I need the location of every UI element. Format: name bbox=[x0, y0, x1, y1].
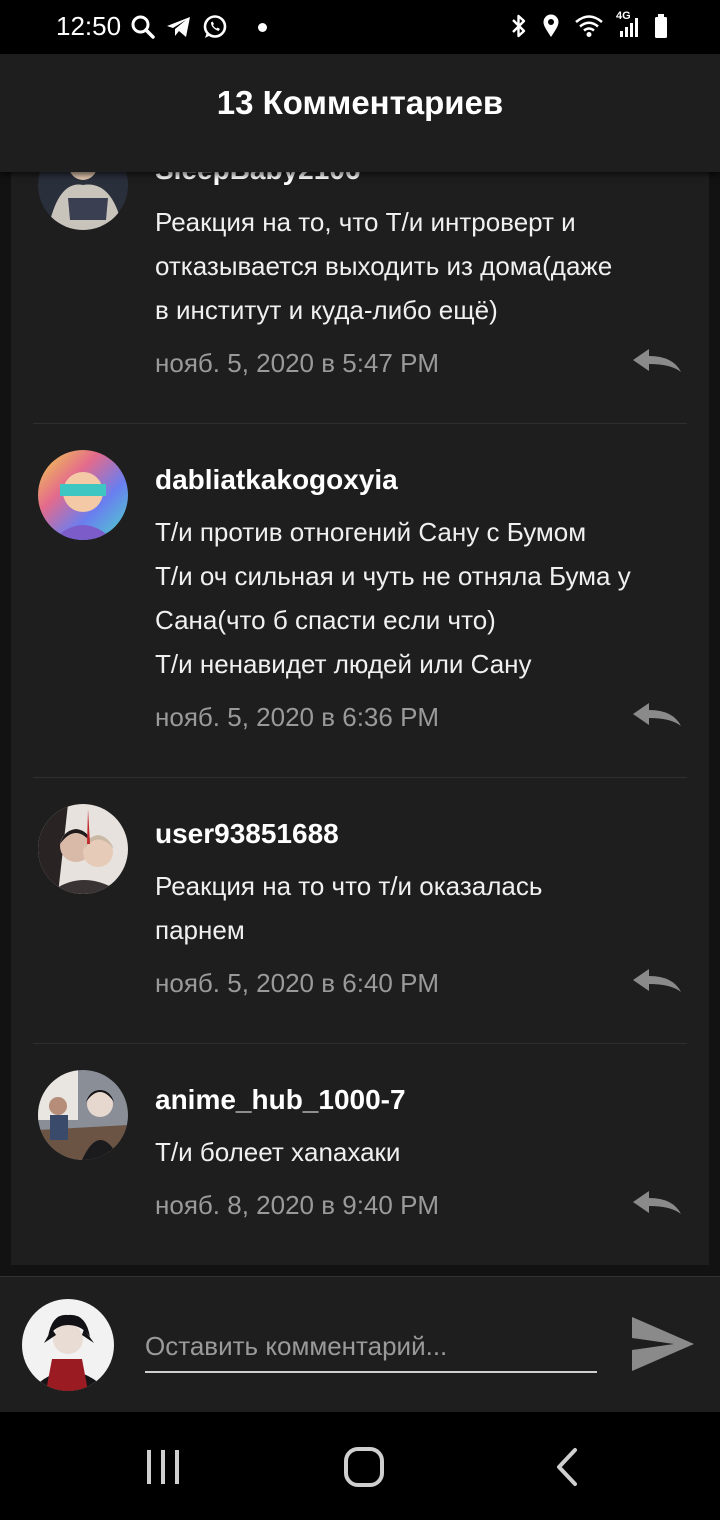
comment-item: SleepBaby2106 Реакция на то, что Т/и инт… bbox=[11, 172, 709, 422]
comment-input-bar bbox=[0, 1276, 720, 1413]
comment-item: dabliatkakogoxyia Т/и против отногений С… bbox=[11, 424, 709, 778]
location-icon bbox=[542, 13, 560, 39]
comment-text-line: парнем bbox=[155, 915, 245, 945]
comment-timestamp: нояб. 8, 2020 в 9:40 PM bbox=[155, 1190, 440, 1220]
status-time: 12:50 bbox=[56, 11, 122, 41]
comment-timestamp: нояб. 5, 2020 в 6:36 PM bbox=[155, 702, 440, 732]
comment-text-line: Т/и болеет хanaхаки bbox=[155, 1137, 401, 1167]
comment-text-line: в институт и куда-либо ещё) bbox=[155, 295, 498, 325]
avatar[interactable] bbox=[38, 1070, 128, 1160]
send-icon bbox=[632, 1317, 694, 1371]
send-button[interactable] bbox=[628, 1313, 696, 1375]
comments-header: 13 Комментариев bbox=[0, 54, 720, 172]
comment-text-line: Т/и против отногений Сану с Бумом bbox=[155, 517, 587, 547]
reply-button[interactable] bbox=[631, 966, 683, 996]
reply-icon bbox=[633, 969, 681, 992]
home-icon bbox=[344, 1447, 384, 1487]
comment-text: Т/и болеет хanaхаки bbox=[155, 1130, 695, 1174]
comment-text-line: Сана(что б спасти если что) bbox=[155, 605, 496, 635]
page-title: 13 Комментариев bbox=[216, 84, 504, 121]
signal-icon: 4G bbox=[616, 10, 640, 39]
reply-icon bbox=[633, 703, 681, 726]
comment-text-line: Т/и оч сильная и чуть не отняла Бума у bbox=[155, 561, 631, 591]
recent-apps-button[interactable] bbox=[133, 1442, 193, 1492]
status-bar: 12:50 4G bbox=[0, 0, 720, 54]
comment-username[interactable]: SleepBaby2106 bbox=[155, 172, 360, 186]
current-user-avatar[interactable] bbox=[22, 1299, 114, 1391]
comment-text-line: Т/и ненавидет людей или Сану bbox=[155, 649, 532, 679]
whatsapp-icon bbox=[202, 14, 228, 40]
comment-username[interactable]: user93851688 bbox=[155, 818, 339, 850]
network-type-label: 4G bbox=[616, 10, 631, 22]
avatar[interactable] bbox=[38, 450, 128, 540]
comment-timestamp: нояб. 5, 2020 в 5:47 PM bbox=[155, 348, 440, 378]
comment-item: user93851688 Реакция на то что т/и оказа… bbox=[11, 778, 709, 1044]
search-icon bbox=[130, 14, 156, 40]
comment-text-line: отказывается выходить из дома(даже bbox=[155, 251, 613, 281]
battery-icon bbox=[654, 13, 668, 39]
wifi-icon bbox=[574, 14, 604, 38]
home-button[interactable] bbox=[334, 1442, 394, 1492]
reply-icon bbox=[633, 1191, 681, 1214]
notification-dot-icon bbox=[258, 22, 267, 32]
comment-username[interactable]: anime_hub_1000-7 bbox=[155, 1084, 406, 1116]
comment-text: Реакция на то что т/и оказалась парнем bbox=[155, 864, 695, 952]
avatar[interactable] bbox=[38, 804, 128, 894]
comment-input[interactable] bbox=[145, 1321, 597, 1373]
status-right-icons: 4G bbox=[510, 10, 668, 39]
back-icon bbox=[557, 1448, 577, 1486]
avatar[interactable] bbox=[38, 172, 128, 230]
screen: 12:50 4G 13 Комментариев Реакция на то, … bbox=[0, 0, 720, 1520]
bluetooth-icon bbox=[510, 13, 528, 39]
reply-icon bbox=[633, 349, 681, 372]
comment-text: Т/и против отногений Сану с Бумом Т/и оч… bbox=[155, 510, 695, 686]
recent-apps-icon bbox=[147, 1450, 179, 1484]
comment-timestamp: нояб. 5, 2020 в 6:40 PM bbox=[155, 968, 440, 998]
comment-item: anime_hub_1000-7 Т/и болеет хanaхаки ноя… bbox=[11, 1044, 709, 1265]
comment-text-line: Реакция на то что т/и оказалась bbox=[155, 871, 543, 901]
reply-button[interactable] bbox=[631, 1188, 683, 1218]
back-button[interactable] bbox=[536, 1442, 596, 1492]
comment-list[interactable]: SleepBaby2106 Реакция на то, что Т/и инт… bbox=[11, 172, 709, 1265]
comment-text: Реакция на то, что Т/и интроверт и отказ… bbox=[155, 200, 695, 332]
reply-button[interactable] bbox=[631, 700, 683, 730]
comment-text-line: Реакция на то, что Т/и интроверт и bbox=[155, 207, 576, 237]
status-left-icons bbox=[130, 14, 267, 40]
comment-username[interactable]: dabliatkakogoxyia bbox=[155, 464, 398, 496]
system-nav-bar bbox=[0, 1412, 720, 1520]
reply-button[interactable] bbox=[631, 346, 683, 376]
telegram-icon bbox=[166, 15, 192, 39]
